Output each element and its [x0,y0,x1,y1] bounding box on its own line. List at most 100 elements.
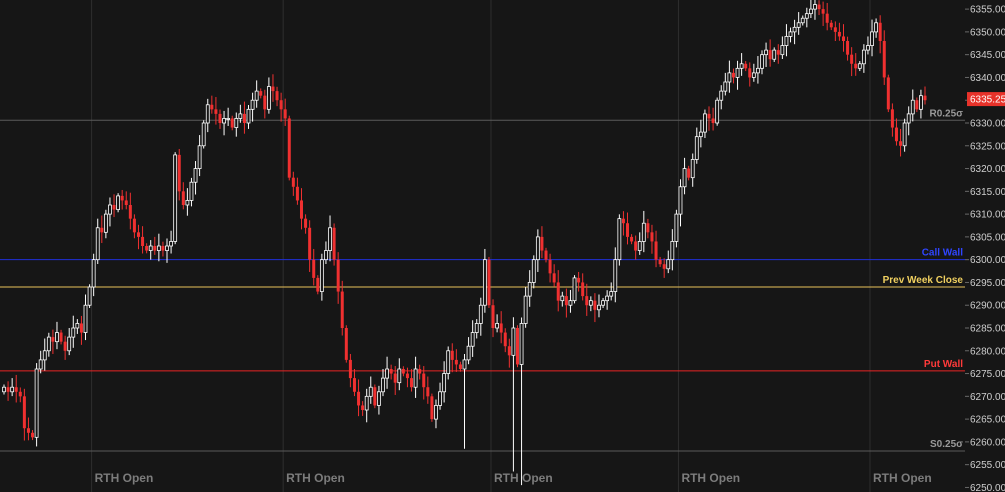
candle-body-up [678,186,683,215]
candle-body-down [124,200,128,205]
candle-body-up [226,118,231,120]
candle-body-down [22,396,26,429]
candle-body-up [482,259,487,306]
candle-body-up [103,213,108,233]
candle-body-down [361,405,365,410]
y-tick-label: 6250.00 [970,483,1005,492]
candle-body-up [902,122,907,147]
candle-body-up [597,304,601,311]
candle-body-down [31,432,35,438]
candle-body-up [588,300,593,306]
candle-body-down [357,391,361,406]
price-chart[interactable]: R0.25σ Call Wall Prev Week Close Put Wall S0… [0,0,1005,492]
candle-body-down [153,246,157,251]
candle-body-up [42,350,47,361]
candle-body-up [462,359,467,370]
chart-svg[interactable]: R0.25σ Call Wall Prev Week Close Put Wall S0… [0,0,1005,492]
candle-body-down [646,223,650,233]
candle-body-down [886,77,890,110]
candle-body-up [185,200,190,206]
candle-body-down [593,300,597,310]
candle-body-down [210,104,214,110]
candle-body-up [434,405,438,420]
candle-body-down [894,127,898,142]
candle-body-down [458,364,462,369]
candle-body-down [120,195,124,201]
candle-body-up [535,236,540,261]
candle-body-down [308,227,312,260]
candle-body-up [523,295,528,324]
candle-body-down [6,387,10,392]
candle-body-down [731,72,735,78]
candle-body-down [548,259,552,274]
candle-body-down [393,373,397,383]
level-label-put-wall: Put Wall [924,359,963,370]
candle-body-down [454,359,458,365]
candle-body-up [108,204,112,215]
candle-body-down [316,277,320,292]
candle-body-up [694,136,699,160]
candle-body-up [197,145,202,169]
candle-body-down [882,41,886,78]
session-label-rth-open: RTH Open [873,471,932,485]
y-tick-label: 6305.00 [970,232,1005,243]
candle-body-down [630,236,634,242]
candle-body-down [304,218,308,228]
candle-body-down [161,246,165,251]
candle-body-down [829,22,833,28]
candle-body-down [430,396,434,420]
candle-body-up [560,295,565,302]
level-label-s0-25: S0.25σ [930,439,963,450]
y-tick-label: 6295.00 [970,278,1005,289]
candle-body-down [100,227,104,233]
candle-body-down [556,282,560,301]
candle-body-down [507,346,511,356]
candle-body-down [654,241,658,260]
candle-body-up [266,86,271,110]
candle-body-up [641,222,646,242]
candle-body-up [527,282,532,297]
candle-body-up [866,45,870,51]
candle-body-up [519,323,524,365]
candle-body-up [772,49,777,60]
candle-body-down [18,391,22,397]
candle-body-down [825,13,829,23]
candle-body-up [637,241,642,251]
session-label-rth-open: RTH Open [494,471,553,485]
candle-body-up [377,391,381,406]
candle-body-up [38,359,43,370]
candle-body-down [748,68,752,78]
candle-body-up [478,304,483,324]
candle-body-down [312,259,316,278]
candle-body-down [128,205,132,219]
candle-body-up [324,250,328,261]
candle-body-up [813,4,817,10]
candle-body-down [634,241,638,251]
candle-body-down [650,232,654,242]
candle-body-up [910,99,915,115]
candle-body-down [841,36,845,41]
candle-body-down [915,100,919,110]
candle-body-down [450,350,454,360]
session-label-rth-open: RTH Open [95,471,154,485]
y-tick-label: 6270.00 [970,392,1005,403]
candle-body-up [800,17,805,24]
y-tick-label: 6310.00 [970,210,1005,221]
candle-body-down [51,337,55,342]
candle-body-down [418,369,422,374]
candle-body-up [735,67,740,78]
candle-body-up [438,391,442,406]
candle-body-down [405,373,409,379]
candle-body-down [577,277,581,283]
candle-body-down [259,91,263,96]
candle-body-up [857,63,862,69]
candle-body-down [687,168,691,178]
candle-body-up [804,13,809,19]
candle-body-up [874,22,878,33]
y-tick-label: 6350.00 [970,27,1005,38]
candle-body-up [760,54,764,69]
candle-body-down [817,4,821,10]
candle-body-up [368,386,373,397]
y-tick-label: 6300.00 [970,255,1005,266]
candle-body-down [850,54,854,64]
